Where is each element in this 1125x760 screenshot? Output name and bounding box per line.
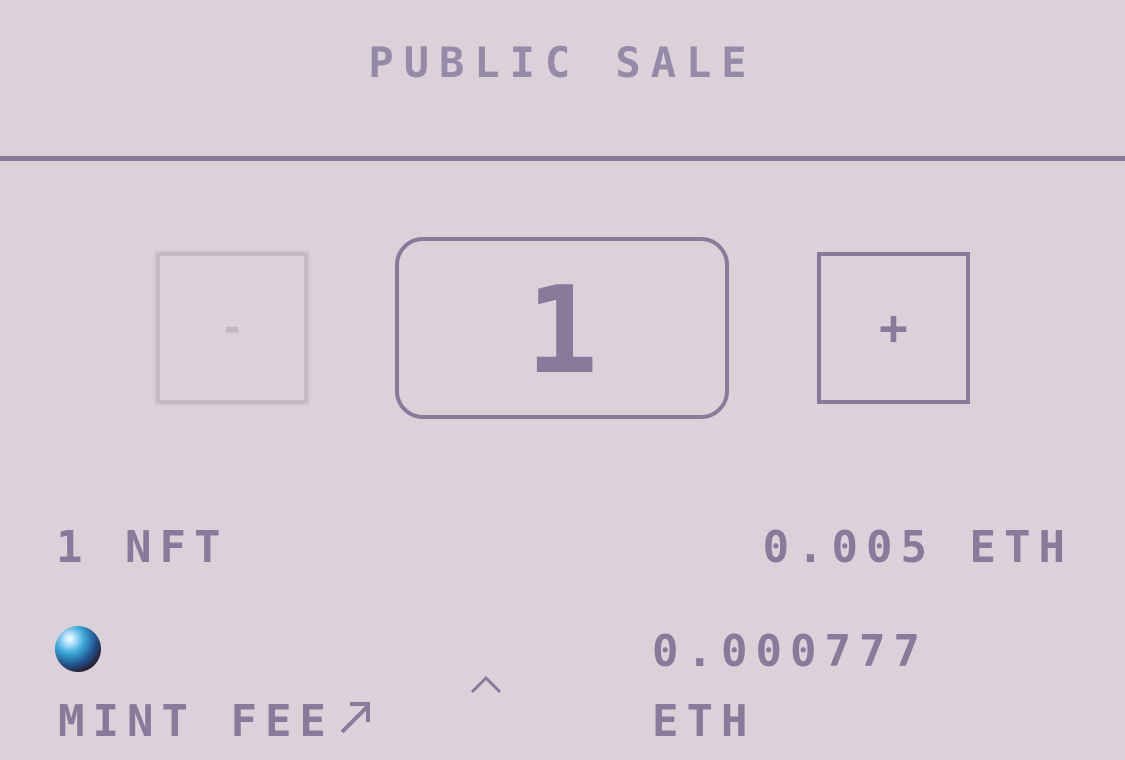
chain-orb-icon [55, 626, 101, 672]
mint-fee-link[interactable]: MINT FEE [58, 696, 374, 747]
quantity-value: 1 [525, 262, 599, 401]
increment-label: + [879, 300, 908, 356]
nft-count: 1 NFT [56, 522, 229, 573]
mint-fee-value: 0.000777 [652, 626, 928, 677]
header-divider [0, 156, 1125, 161]
quantity-display: 1 [395, 237, 729, 419]
decrement-label: - [219, 305, 245, 351]
chevron-up-icon[interactable] [469, 672, 503, 696]
mint-fee-label: MINT FEE [58, 696, 334, 747]
page-title: PUBLIC SALE [368, 38, 757, 87]
decrement-button[interactable]: - [156, 252, 308, 404]
arrow-up-right-icon [340, 702, 370, 734]
total-price: 0.005 ETH [762, 522, 1073, 573]
increment-button[interactable]: + [817, 252, 970, 404]
mint-fee-unit: ETH [652, 696, 756, 747]
